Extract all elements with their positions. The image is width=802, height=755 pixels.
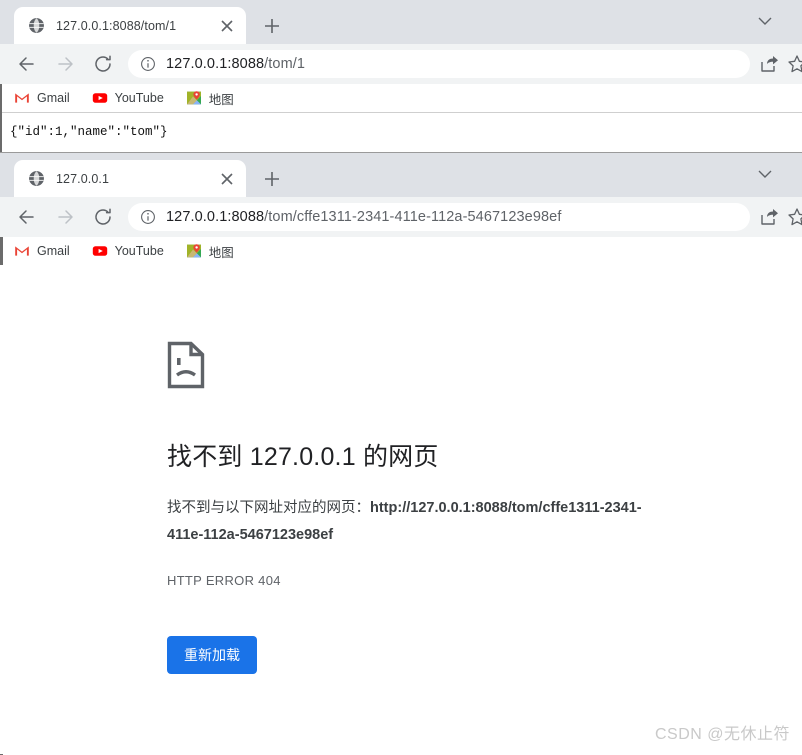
gmail-icon xyxy=(15,246,29,256)
tab-strip-top: 127.0.0.1:8088/tom/1 xyxy=(0,0,802,44)
browser-window-bottom: 127.0.0.1 127.0.0.1:8088/tom/cffe1311-23… xyxy=(0,152,802,755)
bookmark-gmail[interactable]: Gmail xyxy=(14,243,70,259)
youtube-icon xyxy=(92,246,107,256)
chevron-down-icon xyxy=(758,170,772,178)
info-circle-icon[interactable] xyxy=(140,209,156,225)
url-host: 127.0.0.1:8088 xyxy=(166,56,265,72)
share-button[interactable] xyxy=(756,51,782,77)
browser-toolbar-top: 127.0.0.1:8088/tom/1 xyxy=(0,44,802,84)
back-button[interactable] xyxy=(12,202,42,232)
tab-list-chevron-icon[interactable] xyxy=(755,14,777,32)
maps-icon xyxy=(186,244,201,258)
bookmarks-bar-top: Gmail YouTube 地图 xyxy=(0,84,802,112)
bookmark-label: YouTube xyxy=(114,244,164,258)
error-description-prefix: 找不到与以下网址对应的网页： xyxy=(167,500,370,516)
forward-arrow-icon xyxy=(58,57,73,71)
share-icon xyxy=(761,209,778,225)
youtube-icon xyxy=(92,93,107,103)
reload-button[interactable] xyxy=(88,202,118,232)
gmail-icon xyxy=(15,93,29,103)
json-response-text: {"id":1,"name":"tom"} xyxy=(10,125,168,139)
forward-arrow-icon xyxy=(58,210,73,224)
browser-tab[interactable]: 127.0.0.1 xyxy=(14,160,246,197)
new-tab-button[interactable] xyxy=(258,165,286,193)
share-button[interactable] xyxy=(756,204,782,230)
url-path: /tom/1 xyxy=(264,56,306,72)
bookmark-label: Gmail xyxy=(37,244,70,258)
bookmark-star-button[interactable] xyxy=(784,51,802,77)
bookmark-maps[interactable]: 地图 xyxy=(186,242,234,261)
address-bar[interactable]: 127.0.0.1:8088/tom/cffe1311-2341-411e-11… xyxy=(128,203,750,231)
url-host: 127.0.0.1:8088 xyxy=(166,209,265,225)
globe-icon xyxy=(29,171,44,186)
bookmark-star-button[interactable] xyxy=(784,204,802,230)
forward-button[interactable] xyxy=(50,49,80,79)
reload-page-button[interactable]: 重新加载 xyxy=(167,636,257,674)
back-button[interactable] xyxy=(12,49,42,79)
back-arrow-icon xyxy=(19,57,34,71)
browser-tab[interactable]: 127.0.0.1:8088/tom/1 xyxy=(14,7,246,44)
tab-close-icon[interactable] xyxy=(214,13,240,39)
reload-button[interactable] xyxy=(88,49,118,79)
close-icon xyxy=(221,172,233,185)
close-icon xyxy=(221,19,233,32)
tab-close-icon[interactable] xyxy=(214,166,240,192)
back-arrow-icon xyxy=(19,210,34,224)
plus-icon xyxy=(265,19,279,33)
maps-icon xyxy=(186,91,201,105)
error-description: 找不到与以下网址对应的网页：http://127.0.0.1:8088/tom/… xyxy=(167,495,647,549)
page-content-bottom: 找不到 127.0.0.1 的网页 找不到与以下网址对应的网页：http://1… xyxy=(0,265,802,754)
bookmark-youtube[interactable]: YouTube xyxy=(92,243,164,259)
bookmark-label: Gmail xyxy=(37,91,70,105)
error-title: 找不到 127.0.0.1 的网页 xyxy=(167,443,439,471)
bookmark-label: 地图 xyxy=(208,245,234,260)
chevron-down-icon xyxy=(758,17,772,25)
bookmarks-bar-bottom: Gmail YouTube 地图 xyxy=(0,237,802,265)
tab-title: 127.0.0.1 xyxy=(56,171,110,186)
address-bar-url: 127.0.0.1:8088/tom/cffe1311-2341-411e-11… xyxy=(166,209,561,225)
star-icon xyxy=(788,55,802,73)
tab-list-chevron-icon[interactable] xyxy=(755,167,777,185)
address-bar[interactable]: 127.0.0.1:8088/tom/1 xyxy=(128,50,750,78)
info-circle-icon[interactable] xyxy=(140,56,156,72)
page-content-top: {"id":1,"name":"tom"} xyxy=(0,112,802,152)
globe-icon xyxy=(29,18,44,33)
browser-toolbar-bottom: 127.0.0.1:8088/tom/cffe1311-2341-411e-11… xyxy=(0,197,802,237)
bookmark-maps[interactable]: 地图 xyxy=(186,89,234,108)
address-bar-url: 127.0.0.1:8088/tom/1 xyxy=(166,56,305,72)
forward-button[interactable] xyxy=(50,202,80,232)
watermark: CSDN @无休止符 xyxy=(654,726,790,743)
bookmark-label: 地图 xyxy=(208,92,234,107)
error-page: 找不到 127.0.0.1 的网页 找不到与以下网址对应的网页：http://1… xyxy=(167,341,667,674)
reload-icon xyxy=(95,208,111,225)
bookmark-label: YouTube xyxy=(114,91,164,105)
bookmark-gmail[interactable]: Gmail xyxy=(14,90,70,106)
plus-icon xyxy=(265,172,279,186)
browser-window-top: 127.0.0.1:8088/tom/1 127.0.0.1:8088/tom/… xyxy=(0,0,802,152)
star-icon xyxy=(788,208,802,226)
url-path: /tom/cffe1311-2341-411e-112a-5467123e98e… xyxy=(264,209,562,225)
reload-icon xyxy=(95,55,111,72)
share-icon xyxy=(761,56,778,72)
bookmark-youtube[interactable]: YouTube xyxy=(92,90,164,106)
new-tab-button[interactable] xyxy=(258,12,286,40)
tab-strip-bottom: 127.0.0.1 xyxy=(0,153,802,197)
sad-document-icon xyxy=(167,341,205,389)
tab-title: 127.0.0.1:8088/tom/1 xyxy=(56,18,177,33)
error-code: HTTP ERROR 404 xyxy=(167,573,281,588)
